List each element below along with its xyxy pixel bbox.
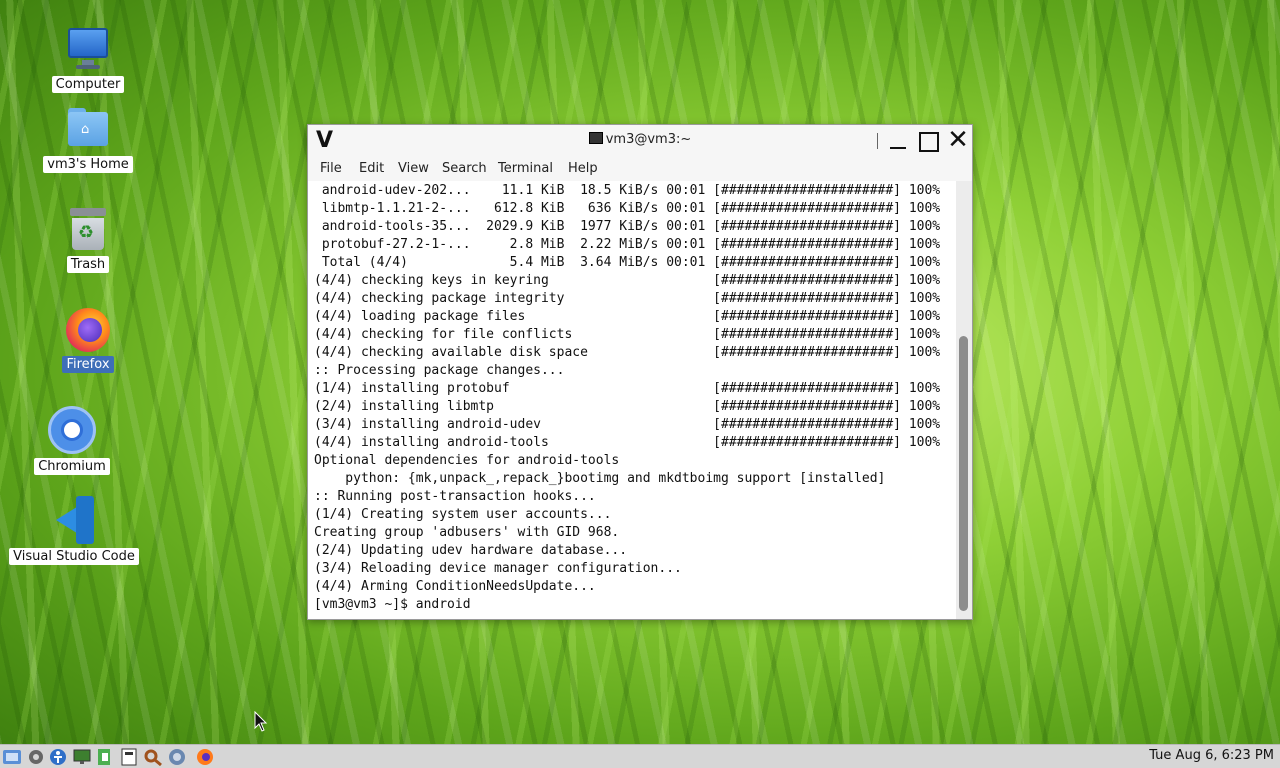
maximize-button[interactable]	[916, 129, 940, 153]
terminal-line: (1/4) Creating system user accounts...	[314, 507, 612, 522]
menu-bar: File Edit View Search Terminal Help	[308, 157, 972, 181]
terminal-line: Total (4/4) 5.4 MiB 3.64 MiB/s 00:01 [##…	[314, 255, 941, 270]
terminal-line: android-udev-202... 11.1 KiB 18.5 KiB/s …	[314, 183, 941, 198]
terminal-line: Optional dependencies for android-tools	[314, 453, 620, 468]
menu-terminal[interactable]: Terminal	[498, 161, 553, 176]
terminal-line: (4/4) checking keys in keyring [########…	[314, 273, 941, 288]
menu-view[interactable]: View	[398, 161, 429, 176]
terminal-output[interactable]: android-udev-202... 11.1 KiB 18.5 KiB/s …	[308, 181, 956, 619]
network-icon[interactable]	[167, 748, 187, 766]
terminal-line: [vm3@vm3 ~]$ android	[314, 597, 471, 612]
title-bar[interactable]: V vm3@vm3:~ ✕	[308, 125, 972, 157]
desktop-icon-home[interactable]: ⌂ vm3's Home	[28, 104, 148, 173]
desktop-icon-trash[interactable]: ♻ Trash	[28, 204, 148, 273]
desktop-icon-computer[interactable]: Computer	[28, 24, 148, 93]
desktop-icon-vscode[interactable]: Visual Studio Code	[9, 496, 139, 565]
menu-help[interactable]: Help	[568, 161, 598, 176]
close-button[interactable]: ✕	[946, 127, 970, 153]
clock[interactable]: Tue Aug 6, 6:23 PM	[1149, 748, 1274, 763]
terminal-line: (4/4) checking for file conflicts [#####…	[314, 327, 941, 342]
firefox-icon	[64, 304, 112, 352]
terminal-line: (4/4) installing android-tools [########…	[314, 435, 941, 450]
terminal-icon[interactable]	[119, 748, 139, 766]
desktop-icon-label: Firefox	[62, 356, 114, 373]
terminal-line: libmtp-1.1.21-2-... 612.8 KiB 636 KiB/s …	[314, 201, 941, 216]
terminal-line: :: Running post-transaction hooks...	[314, 489, 596, 504]
terminal-line: (4/4) checking available disk space [###…	[314, 345, 941, 360]
menu-search[interactable]: Search	[442, 161, 487, 176]
terminal-line: (4/4) loading package files [###########…	[314, 309, 941, 324]
terminal-line: Creating group 'adbusers' with GID 968.	[314, 525, 620, 540]
desktop-icon-label: Computer	[51, 76, 125, 93]
terminal-line: (3/4) Reloading device manager configura…	[314, 561, 682, 576]
chromium-icon	[48, 406, 96, 454]
accessibility-icon[interactable]	[48, 748, 68, 766]
trash-icon: ♻	[64, 204, 112, 252]
taskbar: Tue Aug 6, 6:23 PM	[0, 744, 1280, 768]
desktop-icon-firefox[interactable]: Firefox	[28, 304, 148, 373]
mouse-cursor-icon	[254, 711, 268, 732]
terminal-line: protobuf-27.2-1-... 2.8 MiB 2.22 MiB/s 0…	[314, 237, 941, 252]
terminal-line: (2/4) Updating udev hardware database...	[314, 543, 628, 558]
firefox-icon[interactable]	[194, 748, 214, 766]
home-folder-icon: ⌂	[64, 104, 112, 152]
menu-file[interactable]: File	[320, 161, 342, 176]
settings-icon[interactable]	[26, 748, 46, 766]
computer-icon	[64, 24, 112, 72]
terminal-line: (2/4) installing libmtp [###############…	[314, 399, 941, 414]
scrollbar-thumb[interactable]	[959, 336, 968, 611]
window-title-text: vm3@vm3:~	[605, 132, 692, 147]
terminal-text: android-udev-202... 11.1 KiB 18.5 KiB/s …	[314, 182, 940, 614]
logout-icon[interactable]	[95, 748, 115, 766]
scrollbar[interactable]	[956, 181, 972, 619]
monitor-icon[interactable]	[72, 748, 92, 766]
terminal-line: :: Processing package changes...	[314, 363, 565, 378]
vscode-icon	[50, 496, 98, 544]
minimize-button[interactable]	[886, 129, 910, 153]
titlebar-separator	[877, 133, 878, 149]
terminal-icon	[588, 132, 603, 144]
desktop-icon-chromium[interactable]: Chromium	[12, 406, 132, 475]
start-menu-icon[interactable]	[2, 748, 22, 766]
terminal-line: (1/4) installing protobuf [#############…	[314, 381, 941, 396]
terminal-line: (4/4) checking package integrity [######…	[314, 291, 941, 306]
desktop-icon-label: Visual Studio Code	[9, 548, 139, 565]
menu-edit[interactable]: Edit	[359, 161, 384, 176]
terminal-line: android-tools-35... 2029.9 KiB 1977 KiB/…	[314, 219, 941, 234]
desktop-icon-label: Trash	[66, 256, 110, 273]
search-icon[interactable]	[143, 748, 163, 767]
desktop-icon-label: vm3's Home	[43, 156, 133, 173]
terminal-window: V vm3@vm3:~ ✕ File Edit View Search Term…	[307, 124, 973, 620]
desktop-icon-label: Chromium	[34, 458, 110, 475]
window-title: vm3@vm3:~	[308, 132, 972, 147]
terminal-line: python: {mk,unpack_,repack_}bootimg and …	[314, 471, 886, 486]
terminal-line: (4/4) Arming ConditionNeedsUpdate...	[314, 579, 596, 594]
terminal-line: (3/4) installing android-udev [#########…	[314, 417, 941, 432]
